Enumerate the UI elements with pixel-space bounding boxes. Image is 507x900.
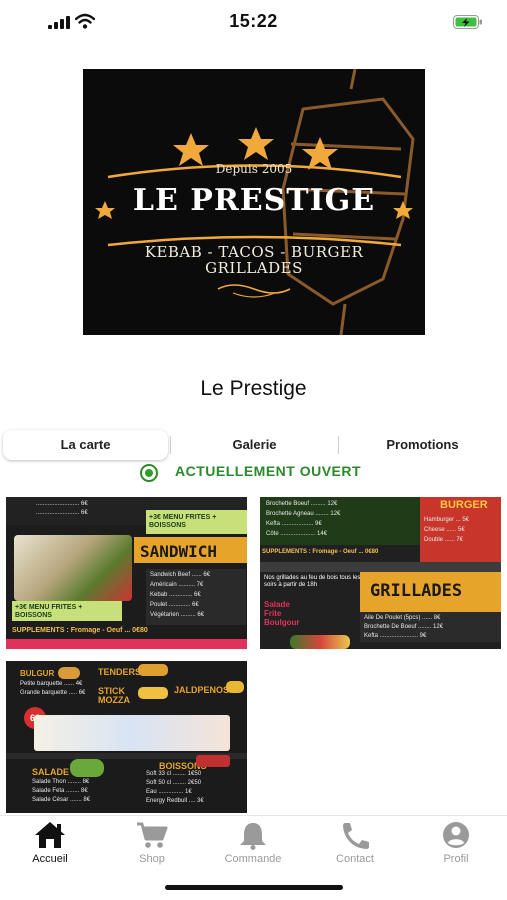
menu-line: Double ...... 7€ [424, 537, 464, 543]
menu-line: Soft 50 cl ........ 2€50 [146, 780, 202, 786]
tab-divider [338, 436, 339, 454]
drinks-image [196, 755, 230, 767]
grillades-side: Salade [264, 600, 290, 609]
tab-bar: La carte Galerie Promotions [0, 430, 507, 460]
bell-icon [240, 823, 266, 850]
menu-line: Eau ............... 1€ [146, 789, 192, 795]
jalapenos-heading: JALDPENOS [174, 685, 230, 695]
menu-photo-header: Brochette Boeuf ......... 12€ Brochette … [260, 497, 420, 545]
menu-line: Aile De Poulet (5pcs) ...... 8€ [364, 615, 441, 621]
nav-label-accueil: Accueil [32, 853, 68, 865]
menu-line: Kefta ....................... 9€ [364, 633, 427, 639]
menu-line: Salade Feta ........ 8€ [32, 788, 88, 794]
menu-photo-divider [260, 562, 501, 572]
nav-accueil[interactable]: Accueil [5, 820, 95, 870]
salade-heading: SALADE [32, 767, 70, 777]
sandwich-heading-bg: SANDWICH [134, 537, 247, 563]
home-indicator[interactable] [165, 885, 343, 890]
open-status-indicator-icon [140, 464, 158, 482]
menu-line: Cheese ...... 5€ [424, 527, 465, 533]
supplements-text: SUPPLEMENTS : Fromage - Oeuf ... 0€80 [12, 627, 148, 634]
burger-panel: BURGER Hamburger ... 5€ Cheese ...... 5€… [420, 497, 501, 572]
tenders-heading: TENDERS [98, 667, 142, 677]
menu-photo-footer [6, 639, 247, 649]
nav-label-shop: Shop [139, 853, 165, 865]
nav-commande[interactable]: Commande [208, 820, 298, 870]
tab-divider [170, 436, 171, 454]
supplements-text: SUPPLEMENTS : Fromage - Oeuf ... 0€80 [262, 549, 379, 555]
menu-line: .......................... 6€ [36, 501, 88, 507]
grillades-side: Frite [264, 609, 282, 618]
stick-mozza-heading: STICK MOZZA [98, 686, 130, 705]
jalapenos-image [226, 681, 244, 693]
menu-line: Poulet ............. 6€ [150, 602, 199, 608]
kids-menu-banner [34, 715, 230, 751]
sandwich-heading: SANDWICH [140, 542, 218, 561]
menu-line: Américain .......... 7€ [150, 582, 204, 588]
restaurant-logo: Depuis 2005 LE PRESTIGE KEBAB - TACOS - … [83, 69, 425, 335]
wrap-food-image [14, 535, 132, 601]
nav-contact[interactable]: Contact [310, 820, 400, 870]
burger-heading: BURGER [440, 499, 488, 511]
promo-banner-top: +3€ MENU FRITES + BOISSONS [146, 510, 247, 534]
phone-icon [343, 823, 369, 849]
nav-profil[interactable]: Profil [411, 820, 501, 870]
menu-line: Kefta ................... 9€ [266, 521, 322, 527]
promo-banner-text: +3€ MENU FRITES + BOISSONS [15, 604, 83, 619]
menu-line: Côte ..................... 14€ [266, 531, 328, 537]
battery-charging-icon [453, 15, 482, 29]
logo-since-text: Depuis 2005 [215, 162, 293, 176]
grillades-price-list: Aile De Poulet (5pcs) ...... 8€ Brochett… [360, 612, 501, 642]
menu-line: Sandwich Beef ...... 6€ [150, 572, 211, 578]
grillades-note: Nos grillades au feu de bois tous les so… [264, 575, 361, 588]
nav-label-commande: Commande [224, 853, 282, 865]
salad-image [290, 635, 350, 649]
restaurant-name: Le Prestige [200, 377, 307, 400]
home-icon [35, 822, 65, 848]
menu-line: Kebab .............. 6€ [150, 592, 201, 598]
tab-galerie[interactable]: Galerie [172, 430, 337, 460]
logo-tagline-secondary: GRILLADES [205, 259, 303, 277]
user-profile-icon [443, 822, 469, 848]
menu-photo-sides[interactable]: BULGUR Petite barquette ...... 4€ Grande… [6, 661, 247, 813]
logo-name-text: LE PRESTIGE [132, 183, 376, 218]
grillades-heading-bg: GRILLADES [360, 572, 501, 612]
menu-line: Brochette Boeuf ......... 12€ [266, 501, 338, 507]
menu-line: Brochette Agneau ........ 12€ [266, 511, 341, 517]
menu-line: Grande barquette ..... 6€ [20, 690, 86, 696]
menu-photo-grillades[interactable]: Brochette Boeuf ......... 12€ Brochette … [260, 497, 501, 649]
sandwich-price-list: Sandwich Beef ...... 6€ Américain ......… [146, 569, 246, 625]
promo-banner-top-text: +3€ MENU FRITES + BOISSONS [149, 514, 217, 529]
bulgur-image [58, 667, 80, 679]
tab-promotions[interactable]: Promotions [340, 430, 505, 460]
nav-label-profil: Profil [443, 853, 469, 865]
salade-image [70, 759, 104, 777]
menu-line: Salade Thon ........ 8€ [32, 779, 90, 785]
promo-banner: +3€ MENU FRITES + BOISSONS [12, 601, 122, 621]
status-bar: 15:22 [0, 0, 507, 44]
open-status-text: ACTUELLEMENT OUVERT [175, 463, 362, 479]
nav-label-contact: Contact [336, 853, 374, 865]
grillades-heading: GRILLADES [370, 581, 463, 601]
menu-line: .......................... 6€ [36, 510, 88, 516]
menu-line: Soft 33 cl ........ 1€50 [146, 771, 202, 777]
menu-line: Hamburger ... 5€ [424, 517, 470, 523]
status-time: 15:22 [229, 11, 278, 31]
bottom-navigation: Accueil Shop Commande Contact Profil [0, 815, 507, 870]
tenders-image [138, 664, 168, 676]
nav-shop[interactable]: Shop [107, 820, 197, 870]
shopping-cart-icon [137, 822, 168, 848]
mozza-image [138, 687, 168, 699]
bulgur-heading: BULGUR [20, 669, 55, 678]
grillades-side: Boulgour [264, 618, 300, 627]
menu-line: Salade César ....... 8€ [32, 797, 91, 803]
menu-line: Energy Redbull .... 3€ [146, 798, 204, 804]
tab-la-carte[interactable]: La carte [3, 430, 168, 460]
menu-photo-sandwich[interactable]: .......................... 6€ ..........… [6, 497, 247, 649]
menu-line: Brochette De Boeuf ........ 12€ [364, 624, 444, 630]
menu-line: Végétarien ......... 6€ [150, 612, 205, 618]
menu-line: Petite barquette ...... 4€ [20, 681, 83, 687]
